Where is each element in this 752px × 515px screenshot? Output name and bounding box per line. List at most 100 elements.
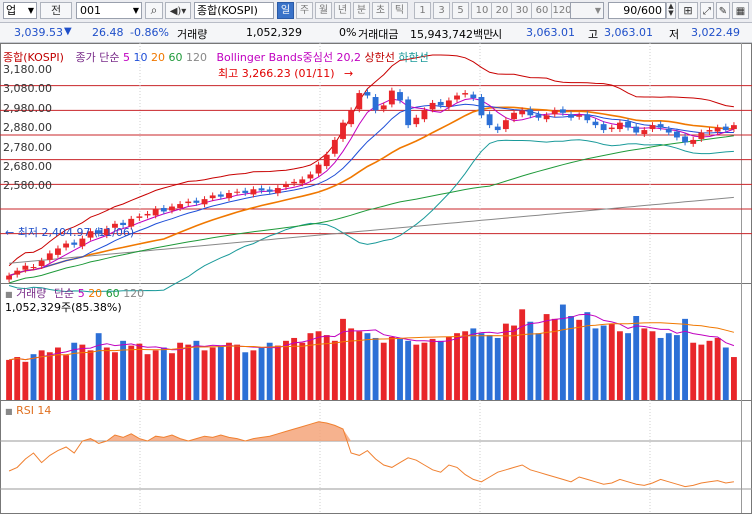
volume-bar (397, 338, 403, 400)
candle (551, 110, 558, 115)
volume-bar (405, 340, 412, 400)
index-name-field: 종합(KOSPI) (194, 2, 274, 19)
volume-bar (592, 328, 599, 400)
minute-option[interactable]: 1 (414, 2, 431, 19)
period-tab[interactable]: 주 (296, 2, 313, 19)
volume-bar (437, 340, 444, 400)
count-input[interactable]: 90/600 (608, 2, 666, 19)
expand-icon: ⤢ (703, 6, 711, 17)
candle (421, 110, 428, 120)
candle (283, 184, 289, 188)
rsi-line (8, 421, 734, 488)
volume-bar (63, 355, 70, 400)
candle (722, 126, 729, 131)
candle (46, 253, 53, 260)
low-value: 3,022.49 (691, 26, 740, 39)
candle (71, 242, 78, 245)
open-value: 3,063.01 (526, 26, 575, 39)
candle (315, 164, 322, 174)
candle (274, 188, 281, 194)
volume-bar (258, 347, 265, 400)
dropdown-icon: ▼ (27, 6, 34, 15)
volume-bar (6, 359, 13, 400)
candle (388, 90, 395, 105)
chart-svg[interactable] (0, 43, 752, 515)
volume-bar (38, 350, 45, 400)
legend-lower: 하한선 (398, 51, 429, 64)
low-note: 최저 2,404.97 (11/06) (17, 226, 135, 239)
period-tab[interactable]: 분 (353, 2, 370, 19)
volume-bar (315, 331, 322, 400)
y-tick-label: 2,980.00 (3, 101, 52, 115)
period-tab[interactable]: 월 (315, 2, 332, 19)
candle (730, 125, 737, 130)
grid-settings-button[interactable]: ⊞ (678, 2, 698, 19)
volume-current: 1,052,329주(85.38%) (5, 301, 122, 314)
candle (291, 181, 298, 184)
candle (266, 189, 273, 192)
minute-option[interactable]: 20 (491, 2, 513, 19)
volume-bar (209, 347, 216, 400)
volume-bar (234, 344, 241, 400)
tool-button[interactable]: ✎ (716, 2, 730, 19)
prev-button[interactable]: 전 (40, 2, 72, 19)
period-tab[interactable]: 년 (334, 2, 351, 19)
volume-bar (201, 350, 208, 400)
legend-close: 종가 (75, 51, 96, 64)
current-price: 3,039.53 (14, 26, 63, 39)
volume-bar (657, 337, 664, 400)
volume-bar (266, 342, 273, 400)
volume-value-label: 1,052,329주(85.38%) (5, 299, 122, 315)
period-tab[interactable]: 틱 (391, 2, 408, 19)
legend-bollinger: Bollinger Bands중심선 20,2 (216, 51, 361, 64)
y-tick-label: 2,580.00 (3, 179, 52, 193)
volume-bar (217, 345, 224, 400)
low-annotation: ← 최저 2,404.97 (11/06) (5, 224, 134, 240)
candle (185, 201, 192, 204)
volume-bar (543, 314, 550, 400)
square-icon: ■ (5, 290, 13, 299)
legend-ma20: 20 (150, 51, 165, 64)
minute-option[interactable]: 10 (471, 2, 493, 19)
volume-bar (356, 331, 363, 400)
rsi-title: RSI 14 (16, 404, 52, 417)
ma10-line (8, 103, 734, 277)
candle (397, 92, 403, 101)
period-tab[interactable]: 초 (372, 2, 389, 19)
volume-bar (112, 352, 118, 400)
market-type-select[interactable]: 업 ▼ (3, 2, 37, 19)
volume-bar (673, 335, 680, 400)
period-tab[interactable]: 일 (277, 2, 294, 19)
y-tick-label: 2,780.00 (3, 140, 52, 154)
minute-option[interactable]: 3 (433, 2, 450, 19)
candle (698, 132, 705, 139)
code-input[interactable]: 001 ▼ (76, 2, 142, 19)
candle (535, 114, 542, 118)
volume-bar (193, 340, 200, 400)
search-button[interactable]: ⌕ (145, 2, 163, 19)
candle (152, 209, 159, 216)
layout-button[interactable]: ▦ (732, 2, 749, 19)
candle (462, 93, 469, 95)
volume-bar (185, 344, 192, 400)
tool-icon: ✎ (718, 6, 728, 17)
spin-button[interactable]: ▲ ▼ (666, 2, 676, 19)
volume-bar (714, 337, 721, 400)
minute-dropdown[interactable]: ▼ (570, 2, 604, 19)
minute-option[interactable]: 5 (452, 2, 469, 19)
candle (608, 127, 615, 130)
sound-button[interactable]: ◀)▾ (165, 2, 191, 19)
candle (519, 110, 526, 115)
volume-bar (95, 333, 102, 400)
minute-option[interactable]: 30 (511, 2, 533, 19)
candle (665, 129, 672, 133)
minute-option[interactable]: 60 (531, 2, 553, 19)
candle (616, 122, 623, 130)
candle (169, 206, 175, 211)
candle (559, 109, 566, 113)
expand-button[interactable]: ⤢ (700, 2, 714, 19)
candle (30, 266, 37, 268)
chart-area[interactable]: 종합(KOSPI) 종가 단순 5 10 20 60 120 Bollinger… (0, 43, 752, 515)
candle (193, 200, 200, 203)
candle (641, 130, 648, 135)
